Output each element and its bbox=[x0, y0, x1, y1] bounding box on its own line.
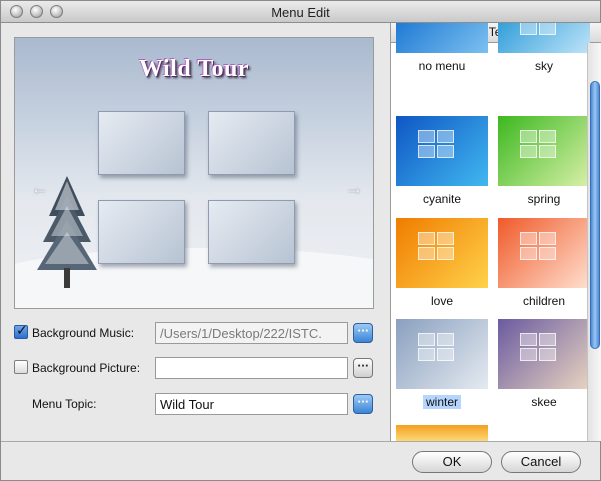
template-pane bbox=[418, 130, 435, 143]
ok-button[interactable]: OK bbox=[412, 451, 492, 473]
menu-topic-label: Menu Topic: bbox=[32, 397, 97, 411]
background-music-label: Background Music: bbox=[32, 326, 135, 340]
background-picture-label: Background Picture: bbox=[32, 361, 141, 375]
template-pane bbox=[520, 130, 537, 143]
template-label-text: cyanite bbox=[422, 192, 462, 206]
window-title: Menu Edit bbox=[271, 5, 330, 20]
template-pane bbox=[520, 247, 537, 260]
template-label[interactable]: cyanite bbox=[396, 192, 488, 206]
background-music-row: Background Music: /Users/1/Desktop/222/I… bbox=[14, 322, 374, 344]
template-thumbnail[interactable] bbox=[498, 23, 590, 53]
template-thumbnail[interactable] bbox=[396, 218, 488, 288]
template-label-text: no menu bbox=[418, 59, 466, 73]
template-pane bbox=[437, 247, 454, 260]
preview-panel[interactable] bbox=[98, 111, 185, 175]
template-pane bbox=[539, 333, 556, 346]
template-pane bbox=[418, 348, 435, 361]
footer-divider bbox=[1, 441, 600, 442]
template-label-text: skee bbox=[531, 395, 557, 409]
menu-topic-field[interactable]: Wild Tour bbox=[155, 393, 348, 415]
background-music-browse-button[interactable]: ··· bbox=[353, 323, 373, 343]
template-label-text: children bbox=[522, 294, 566, 308]
previous-page-arrow-icon[interactable]: ← bbox=[31, 178, 49, 199]
background-music-checkbox[interactable] bbox=[14, 323, 28, 339]
template-label[interactable]: winter bbox=[396, 395, 488, 409]
template-thumbnail[interactable] bbox=[498, 319, 590, 389]
template-pane bbox=[520, 348, 537, 361]
template-pane bbox=[437, 232, 454, 245]
template-pane bbox=[437, 333, 454, 346]
menu-topic-browse-button[interactable]: ··· bbox=[353, 394, 373, 414]
template-pane bbox=[418, 232, 435, 245]
preview-panel[interactable] bbox=[208, 111, 295, 175]
template-pane bbox=[437, 145, 454, 158]
template-label-text: spring bbox=[527, 192, 561, 206]
template-thumbnail[interactable] bbox=[396, 319, 488, 389]
template-label[interactable]: sky bbox=[498, 59, 590, 73]
template-pane bbox=[520, 333, 537, 346]
template-label[interactable]: spring bbox=[498, 192, 590, 206]
menu-preview: Wild Tour ← → bbox=[14, 37, 374, 309]
background-picture-row: Background Picture: ··· bbox=[14, 357, 374, 379]
background-picture-path-field[interactable] bbox=[155, 357, 348, 379]
background-picture-browse-button[interactable]: ··· bbox=[353, 358, 373, 378]
template-label[interactable]: skee bbox=[498, 395, 590, 409]
scrollbar-thumb[interactable] bbox=[590, 81, 600, 349]
template-label-text: love bbox=[430, 294, 453, 308]
menu-topic-row: Menu Topic: Wild Tour ··· bbox=[14, 393, 374, 415]
template-thumbnail[interactable] bbox=[396, 425, 488, 441]
template-label[interactable]: love bbox=[396, 294, 488, 308]
template-pane bbox=[418, 145, 435, 158]
template-scrollbar[interactable] bbox=[587, 43, 601, 441]
template-thumbnail[interactable] bbox=[396, 116, 488, 186]
template-pane bbox=[437, 348, 454, 361]
preview-panel[interactable] bbox=[98, 200, 185, 264]
menu-template-panel: Menu Template no menu sky cyanite spring lov… bbox=[390, 23, 601, 441]
template-thumbnail[interactable] bbox=[396, 23, 488, 53]
template-pane bbox=[539, 130, 556, 143]
template-pane bbox=[418, 333, 435, 346]
next-page-arrow-icon[interactable]: → bbox=[345, 178, 363, 199]
template-thumbnail[interactable] bbox=[498, 116, 590, 186]
template-label[interactable]: no menu bbox=[396, 59, 488, 73]
menu-edit-window: Menu Edit Wild Tour ← → Background Music… bbox=[0, 0, 601, 481]
title-bar: Menu Edit bbox=[1, 1, 600, 23]
template-pane bbox=[520, 145, 537, 158]
template-label-text: winter bbox=[422, 395, 461, 409]
cancel-button[interactable]: Cancel bbox=[501, 451, 581, 473]
template-pane bbox=[539, 348, 556, 361]
template-label[interactable]: children bbox=[498, 294, 590, 308]
background-picture-checkbox[interactable] bbox=[14, 360, 28, 374]
preview-title: Wild Tour bbox=[138, 56, 250, 82]
template-pane bbox=[437, 130, 454, 143]
template-pane bbox=[539, 23, 556, 35]
template-label-text: sky bbox=[535, 59, 553, 73]
template-pane bbox=[539, 145, 556, 158]
template-pane bbox=[418, 247, 435, 260]
template-pane bbox=[539, 232, 556, 245]
preview-panel[interactable] bbox=[208, 200, 295, 264]
template-thumbnail[interactable] bbox=[498, 218, 590, 288]
template-pane bbox=[520, 23, 537, 35]
template-pane bbox=[520, 232, 537, 245]
template-pane bbox=[539, 247, 556, 260]
background-music-path-field[interactable]: /Users/1/Desktop/222/ISTC. bbox=[155, 322, 348, 344]
